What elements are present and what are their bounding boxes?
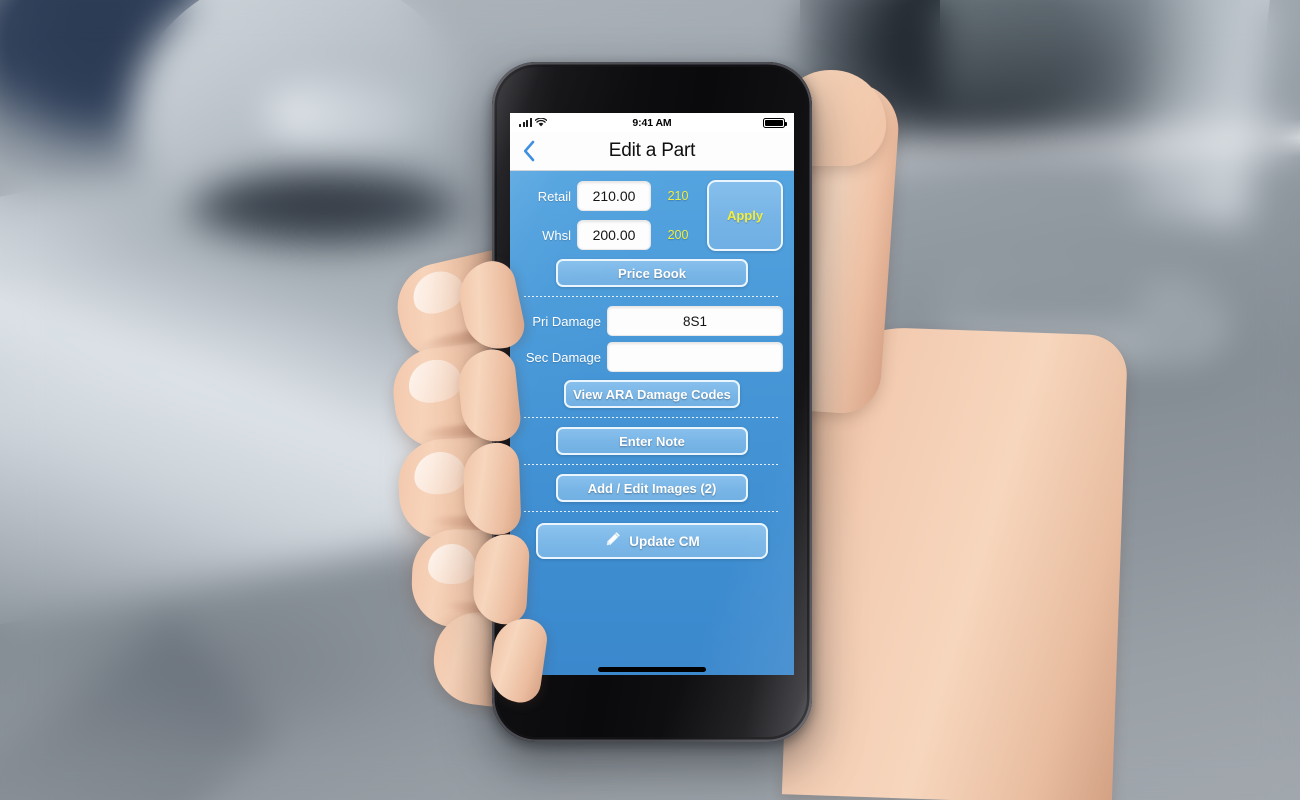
retail-computed-value: 210 <box>667 189 689 203</box>
navigation-bar: Edit a Part <box>510 132 794 171</box>
chevron-left-icon <box>523 140 535 162</box>
add-edit-images-button[interactable]: Add / Edit Images (2) <box>556 474 748 502</box>
section-divider <box>524 417 780 418</box>
enter-note-button[interactable]: Enter Note <box>556 427 748 455</box>
whsl-input[interactable]: 200.00 <box>577 220 651 250</box>
battery-full-icon <box>763 117 788 128</box>
pri-damage-input[interactable]: 8S1 <box>607 306 783 336</box>
pencil-icon <box>604 531 621 551</box>
phone-screen: 9:41 AM Edit a Part Retail 210.00 210 Ap… <box>510 113 794 675</box>
little-finger-front <box>471 532 531 626</box>
ring-finger-front <box>462 442 522 536</box>
whsl-computed-value: 200 <box>667 228 689 242</box>
pri-damage-label: Pri Damage <box>532 313 601 329</box>
whsl-label: Whsl <box>542 227 571 243</box>
update-cm-button[interactable]: Update CM <box>536 523 768 559</box>
home-indicator[interactable] <box>598 667 706 672</box>
status-bar-right <box>763 117 788 128</box>
back-button[interactable] <box>517 132 541 170</box>
update-cm-label: Update CM <box>629 533 700 549</box>
update-row: Update CM <box>521 523 783 559</box>
price-book-button[interactable]: Price Book <box>556 259 748 287</box>
retail-label: Retail <box>537 188 571 204</box>
edit-part-form: Retail 210.00 210 Apply Whsl 200.00 200 … <box>510 171 794 675</box>
section-divider <box>524 296 780 297</box>
status-bar: 9:41 AM <box>510 113 794 132</box>
section-divider <box>524 464 780 465</box>
sec-damage-input[interactable] <box>607 342 783 372</box>
apply-button[interactable]: Apply <box>707 180 783 251</box>
section-divider <box>524 511 780 512</box>
retail-input[interactable]: 210.00 <box>577 181 651 211</box>
view-ara-damage-codes-button[interactable]: View ARA Damage Codes <box>564 380 740 408</box>
price-section: Retail 210.00 210 Apply Whsl 200.00 200 <box>521 180 783 251</box>
screenshot-scene: 9:41 AM Edit a Part Retail 210.00 210 Ap… <box>0 0 1300 800</box>
sec-damage-label: Sec Damage <box>525 349 601 365</box>
page-title: Edit a Part <box>608 140 696 161</box>
status-bar-time: 9:41 AM <box>632 116 672 129</box>
damage-section: Pri Damage 8S1 Sec Damage <box>521 306 783 372</box>
